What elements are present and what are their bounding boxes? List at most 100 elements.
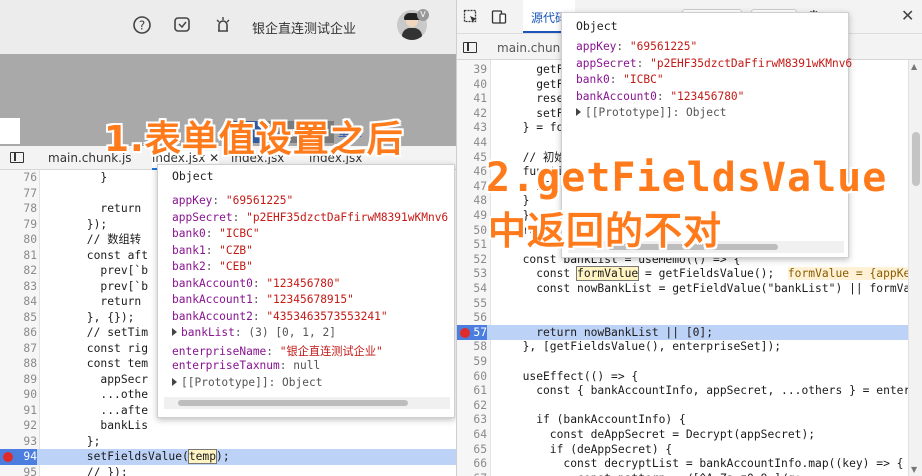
expand-triangle-icon[interactable]: [172, 377, 177, 386]
toggle-navigator-icon[interactable]: [463, 42, 477, 53]
line-number[interactable]: 82: [0, 263, 37, 279]
popup-property-row[interactable]: bankList: (3) [0, 1, 2]: [172, 326, 336, 339]
code-line[interactable]: 59: [457, 354, 922, 370]
line-number[interactable]: 42: [457, 106, 487, 122]
code-line[interactable]: 62: [457, 398, 922, 414]
code-line[interactable]: 54 const nowBankList = getFieldValue("ba…: [457, 281, 922, 297]
popup-property-row: appKey: "69561225": [576, 40, 697, 53]
line-number[interactable]: 41: [457, 91, 487, 107]
code-line[interactable]: 66 const decryptList = bankAccountInfo.m…: [457, 456, 922, 472]
popup-scrollbar[interactable]: [164, 397, 450, 409]
line-number[interactable]: 78: [0, 201, 37, 217]
line-number[interactable]: 54: [457, 281, 487, 297]
annotation-step-2-title: 2.getFieldsValue: [486, 155, 888, 201]
line-number[interactable]: 58: [457, 339, 487, 355]
code-line[interactable]: 63 if (bankAccountInfo) {: [457, 412, 922, 428]
line-number[interactable]: 80: [0, 232, 37, 248]
toggle-navigator-icon[interactable]: [10, 152, 24, 163]
code-line[interactable]: 57 return nowBankList || [0];: [457, 324, 922, 341]
popup-property-row[interactable]: [[Prototype]]: Object: [172, 376, 322, 389]
line-number[interactable]: 47: [457, 179, 487, 195]
expand-triangle-icon[interactable]: [576, 108, 581, 116]
line-number[interactable]: 84: [0, 294, 37, 310]
line-number[interactable]: 46: [457, 164, 487, 180]
svg-text:?: ?: [139, 19, 145, 33]
line-number[interactable]: 87: [0, 341, 37, 357]
help-icon[interactable]: ?: [131, 15, 153, 37]
expand-triangle-icon[interactable]: [172, 328, 177, 336]
message-icon[interactable]: [171, 15, 193, 37]
line-number[interactable]: 43: [457, 120, 487, 136]
line-number[interactable]: 48: [457, 193, 487, 209]
property-key: bank0: [172, 227, 206, 240]
property-key: [[Prototype]]: [181, 375, 269, 389]
code-line[interactable]: 61 const { bankAccountInfo, appSecret, .…: [457, 383, 922, 399]
line-number[interactable]: 50: [457, 223, 487, 239]
line-number[interactable]: 83: [0, 279, 37, 295]
code-line[interactable]: 64 const deAppSecret = Decrypt(appSecret…: [457, 427, 922, 443]
line-number[interactable]: 61: [457, 383, 487, 399]
breakpoint-marker[interactable]: [3, 452, 13, 462]
line-number[interactable]: 90: [0, 387, 37, 403]
breakpoint-marker[interactable]: [460, 327, 470, 338]
line-number[interactable]: 66: [457, 456, 487, 472]
device-toolbar-icon[interactable]: [491, 9, 507, 25]
code-line[interactable]: 95 // });: [0, 465, 456, 476]
property-separator: :: [205, 243, 220, 257]
line-number[interactable]: 85: [0, 310, 37, 326]
line-number[interactable]: 89: [0, 372, 37, 388]
scroll-thumb[interactable]: [912, 132, 920, 186]
hovered-variable[interactable]: temp: [187, 449, 218, 464]
line-number[interactable]: 95: [0, 465, 37, 476]
line-number[interactable]: 64: [457, 427, 487, 443]
code-line[interactable]: 56: [457, 310, 922, 326]
popup-property-row: enterpriseTaxnum: null: [172, 359, 320, 372]
code-line[interactable]: 53 const formValue = getFieldsValue(); f…: [457, 266, 922, 282]
line-number[interactable]: 62: [457, 398, 487, 414]
line-number[interactable]: 52: [457, 252, 487, 268]
line-number[interactable]: 81: [0, 248, 37, 264]
code-line[interactable]: 67 const pattern = /[^A-Za-z0-9-]/g;: [457, 471, 922, 476]
popup-property-row[interactable]: [[Prototype]]: Object: [576, 106, 726, 119]
line-number[interactable]: 56: [457, 310, 487, 326]
line-number[interactable]: 55: [457, 296, 487, 312]
avatar-badge: V: [417, 9, 429, 21]
code-line[interactable]: 60 useEffect(() => {: [457, 369, 922, 385]
code-text: const aft: [46, 248, 149, 262]
line-number[interactable]: 51: [457, 237, 487, 253]
line-number[interactable]: 60: [457, 369, 487, 385]
line-number[interactable]: 76: [0, 170, 37, 186]
line-number[interactable]: 67: [457, 471, 487, 476]
code-line[interactable]: 92 bankLis: [0, 418, 456, 434]
code-line[interactable]: 58 }, [getFieldsValue(), enterpriseSet])…: [457, 339, 922, 355]
notification-icon[interactable]: [212, 15, 234, 37]
property-key: bankAccount0: [576, 89, 657, 103]
line-number[interactable]: 79: [0, 217, 37, 233]
line-number[interactable]: 93: [0, 434, 37, 450]
code-line[interactable]: 94 setFieldsValue(temp);: [0, 449, 456, 465]
code-line[interactable]: 65 if (deAppSecret) {: [457, 442, 922, 458]
line-number[interactable]: 39: [457, 62, 487, 78]
property-value: "4353463573553241": [266, 309, 388, 323]
line-number[interactable]: 63: [457, 412, 487, 428]
line-number[interactable]: 92: [0, 418, 37, 434]
line-number[interactable]: 44: [457, 135, 487, 151]
line-number[interactable]: 40: [457, 77, 487, 93]
inspect-element-icon[interactable]: [463, 9, 479, 25]
line-number[interactable]: 45: [457, 150, 487, 166]
line-number[interactable]: 65: [457, 442, 487, 458]
line-number[interactable]: 88: [0, 356, 37, 372]
line-number[interactable]: 77: [0, 186, 37, 202]
line-number[interactable]: 53: [457, 266, 487, 282]
code-line[interactable]: 93 };: [0, 434, 456, 450]
hovered-variable[interactable]: formValue: [576, 266, 640, 282]
code-text: }, [getFieldsValue(), enterpriseSet]);: [509, 340, 782, 354]
editor-vertical-scrollbar[interactable]: ▲ ▼: [908, 60, 922, 476]
line-number[interactable]: 49: [457, 208, 487, 224]
property-key: appKey: [172, 194, 213, 207]
line-number[interactable]: 59: [457, 354, 487, 370]
close-devtools-icon[interactable]: ✕: [901, 6, 914, 25]
line-number[interactable]: 91: [0, 403, 37, 419]
line-number[interactable]: 86: [0, 325, 37, 341]
code-line[interactable]: 55: [457, 296, 922, 312]
